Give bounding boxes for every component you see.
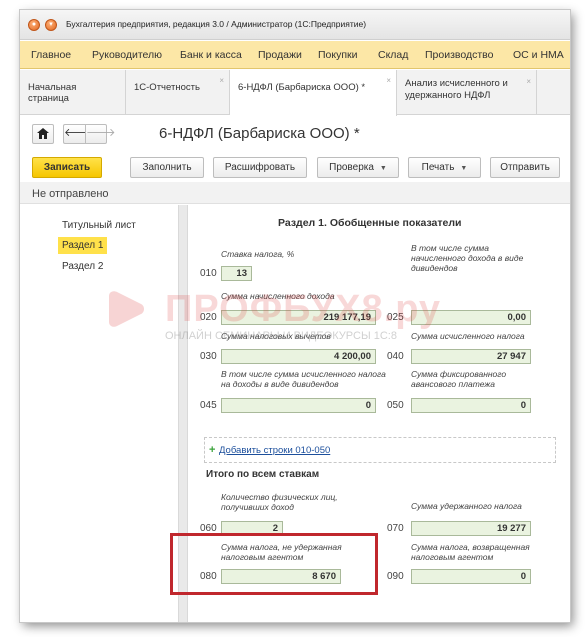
- print-dropdown-button[interactable]: Печать ▼: [408, 157, 481, 178]
- plus-icon: +: [209, 444, 216, 456]
- open-tabs: Начальная страница 1С-Отчетность × 6-НДФ…: [20, 70, 570, 116]
- fill-button[interactable]: Заполнить: [130, 157, 204, 178]
- print-button-label: Печать: [421, 162, 455, 173]
- returned-tax-field[interactable]: 0: [411, 569, 531, 584]
- add-rows-panel: + Добавить строки 010-050: [204, 437, 556, 463]
- field-label-025: В том числе сумма начисленного дохода в …: [411, 243, 524, 273]
- tab-label: Анализ исчисленного и удержанного НДФЛ: [405, 78, 508, 101]
- field-code-070: 070: [387, 523, 404, 534]
- menu-item-warehouse[interactable]: Склад: [378, 49, 408, 61]
- app-window: ● ▾ Бухгалтерия предприятия, редакция 3.…: [20, 10, 570, 622]
- home-icon[interactable]: [32, 124, 54, 144]
- withheld-tax-field[interactable]: 19 277: [411, 521, 531, 536]
- back-arrow-icon[interactable]: 🡐: [63, 124, 94, 144]
- section-title: Раздел 1. Обобщенные показатели: [278, 217, 462, 229]
- field-code-090: 090: [387, 571, 404, 582]
- check-dropdown-button[interactable]: Проверка ▼: [317, 157, 399, 178]
- menu-item-assets[interactable]: ОС и НМА: [513, 49, 564, 61]
- check-button-label: Проверка: [329, 162, 374, 173]
- field-code-025: 025: [387, 312, 404, 323]
- highlight-frame: [170, 533, 378, 595]
- field-label-060: Количество физических лиц, получивших до…: [221, 492, 338, 512]
- menu-item-sales[interactable]: Продажи: [258, 49, 302, 61]
- fixed-advance-field[interactable]: 0: [411, 398, 531, 413]
- sidebar-item-section-1[interactable]: Раздел 1: [58, 237, 108, 254]
- field-label-070: Сумма удержанного налога: [411, 501, 522, 511]
- tab-home[interactable]: Начальная страница: [20, 70, 126, 115]
- field-code-020: 020: [200, 312, 217, 323]
- field-label-090: Сумма налога, возвращенная налоговым аге…: [411, 542, 530, 562]
- app-menu-icon[interactable]: ●: [28, 19, 40, 31]
- send-button[interactable]: Отправить: [490, 157, 560, 178]
- section-menu: Главное Руководителю Банк и касса Продаж…: [20, 41, 570, 69]
- field-label-010: Ставка налога, %: [221, 249, 295, 259]
- calculated-tax-field[interactable]: 27 947: [411, 349, 531, 364]
- page-title: 6-НДФЛ (Барбариска ООО) *: [159, 125, 360, 142]
- command-bar: Записать Заполнить Расшифровать Проверка…: [20, 152, 570, 182]
- tax-deductions-field[interactable]: 4 200,00: [221, 349, 376, 364]
- tab-label: Начальная страница: [28, 82, 77, 104]
- field-label-050: Сумма фиксированного авансового платежа: [411, 369, 507, 389]
- totals-heading: Итого по всем ставкам: [206, 469, 320, 480]
- window-title: Бухгалтерия предприятия, редакция 3.0 / …: [66, 19, 367, 29]
- menu-item-production[interactable]: Производство: [425, 49, 493, 61]
- field-code-050: 050: [387, 400, 404, 411]
- field-label-045: В том числе сумма исчисленного налога на…: [221, 369, 386, 389]
- sidebar-item-title-page[interactable]: Титульный лист: [58, 217, 140, 234]
- field-label-020: Сумма начисленного дохода: [221, 291, 335, 301]
- field-code-010: 010: [200, 268, 217, 279]
- forward-arrow-icon[interactable]: 🡒: [85, 124, 116, 144]
- dividend-income-field[interactable]: 0,00: [411, 310, 531, 325]
- status-text: Не отправлено: [32, 188, 109, 200]
- tab-label: 6-НДФЛ (Барбариска ООО) *: [238, 82, 366, 93]
- sections-sidebar: Титульный лист Раздел 1 Раздел 2: [30, 205, 178, 622]
- accrued-income-field[interactable]: 219 177,19: [221, 310, 376, 325]
- field-label-040: Сумма исчисленного налога: [411, 331, 525, 341]
- menu-item-bank[interactable]: Банк и касса: [180, 49, 242, 61]
- close-icon[interactable]: ×: [386, 76, 391, 85]
- title-bar: ● ▾ Бухгалтерия предприятия, редакция 3.…: [20, 10, 570, 40]
- decode-button[interactable]: Расшифровать: [213, 157, 307, 178]
- field-code-030: 030: [200, 351, 217, 362]
- sidebar-item-section-2[interactable]: Раздел 2: [58, 258, 107, 275]
- tab-reporting[interactable]: 1С-Отчетность ×: [126, 70, 230, 115]
- close-icon[interactable]: ×: [526, 76, 531, 88]
- window-menu-icon[interactable]: ▾: [45, 19, 57, 31]
- tax-rate-field[interactable]: 13: [221, 266, 252, 281]
- chevron-down-icon: ▼: [379, 165, 387, 172]
- field-code-040: 040: [387, 351, 404, 362]
- tab-6ndfl[interactable]: 6-НДФЛ (Барбариска ООО) * ×: [230, 70, 397, 116]
- document-header: 🡐 🡒 6-НДФЛ (Барбариска ООО) *: [20, 116, 570, 152]
- save-button[interactable]: Записать: [32, 157, 102, 178]
- field-label-030: Сумма налоговых вычетов: [221, 331, 331, 341]
- tab-ndfl-analysis[interactable]: Анализ исчисленного и удержанного НДФЛ ×: [397, 70, 537, 115]
- close-icon[interactable]: ×: [219, 76, 224, 85]
- chevron-down-icon: ▼: [460, 165, 468, 172]
- menu-item-main[interactable]: Главное: [31, 49, 71, 61]
- field-code-045: 045: [200, 400, 217, 411]
- add-rows-link[interactable]: Добавить строки 010-050: [219, 445, 330, 456]
- menu-item-purchases[interactable]: Покупки: [318, 49, 358, 61]
- tab-label: 1С-Отчетность: [134, 82, 200, 93]
- dividend-tax-field[interactable]: 0: [221, 398, 376, 413]
- menu-item-manager[interactable]: Руководителю: [92, 49, 162, 61]
